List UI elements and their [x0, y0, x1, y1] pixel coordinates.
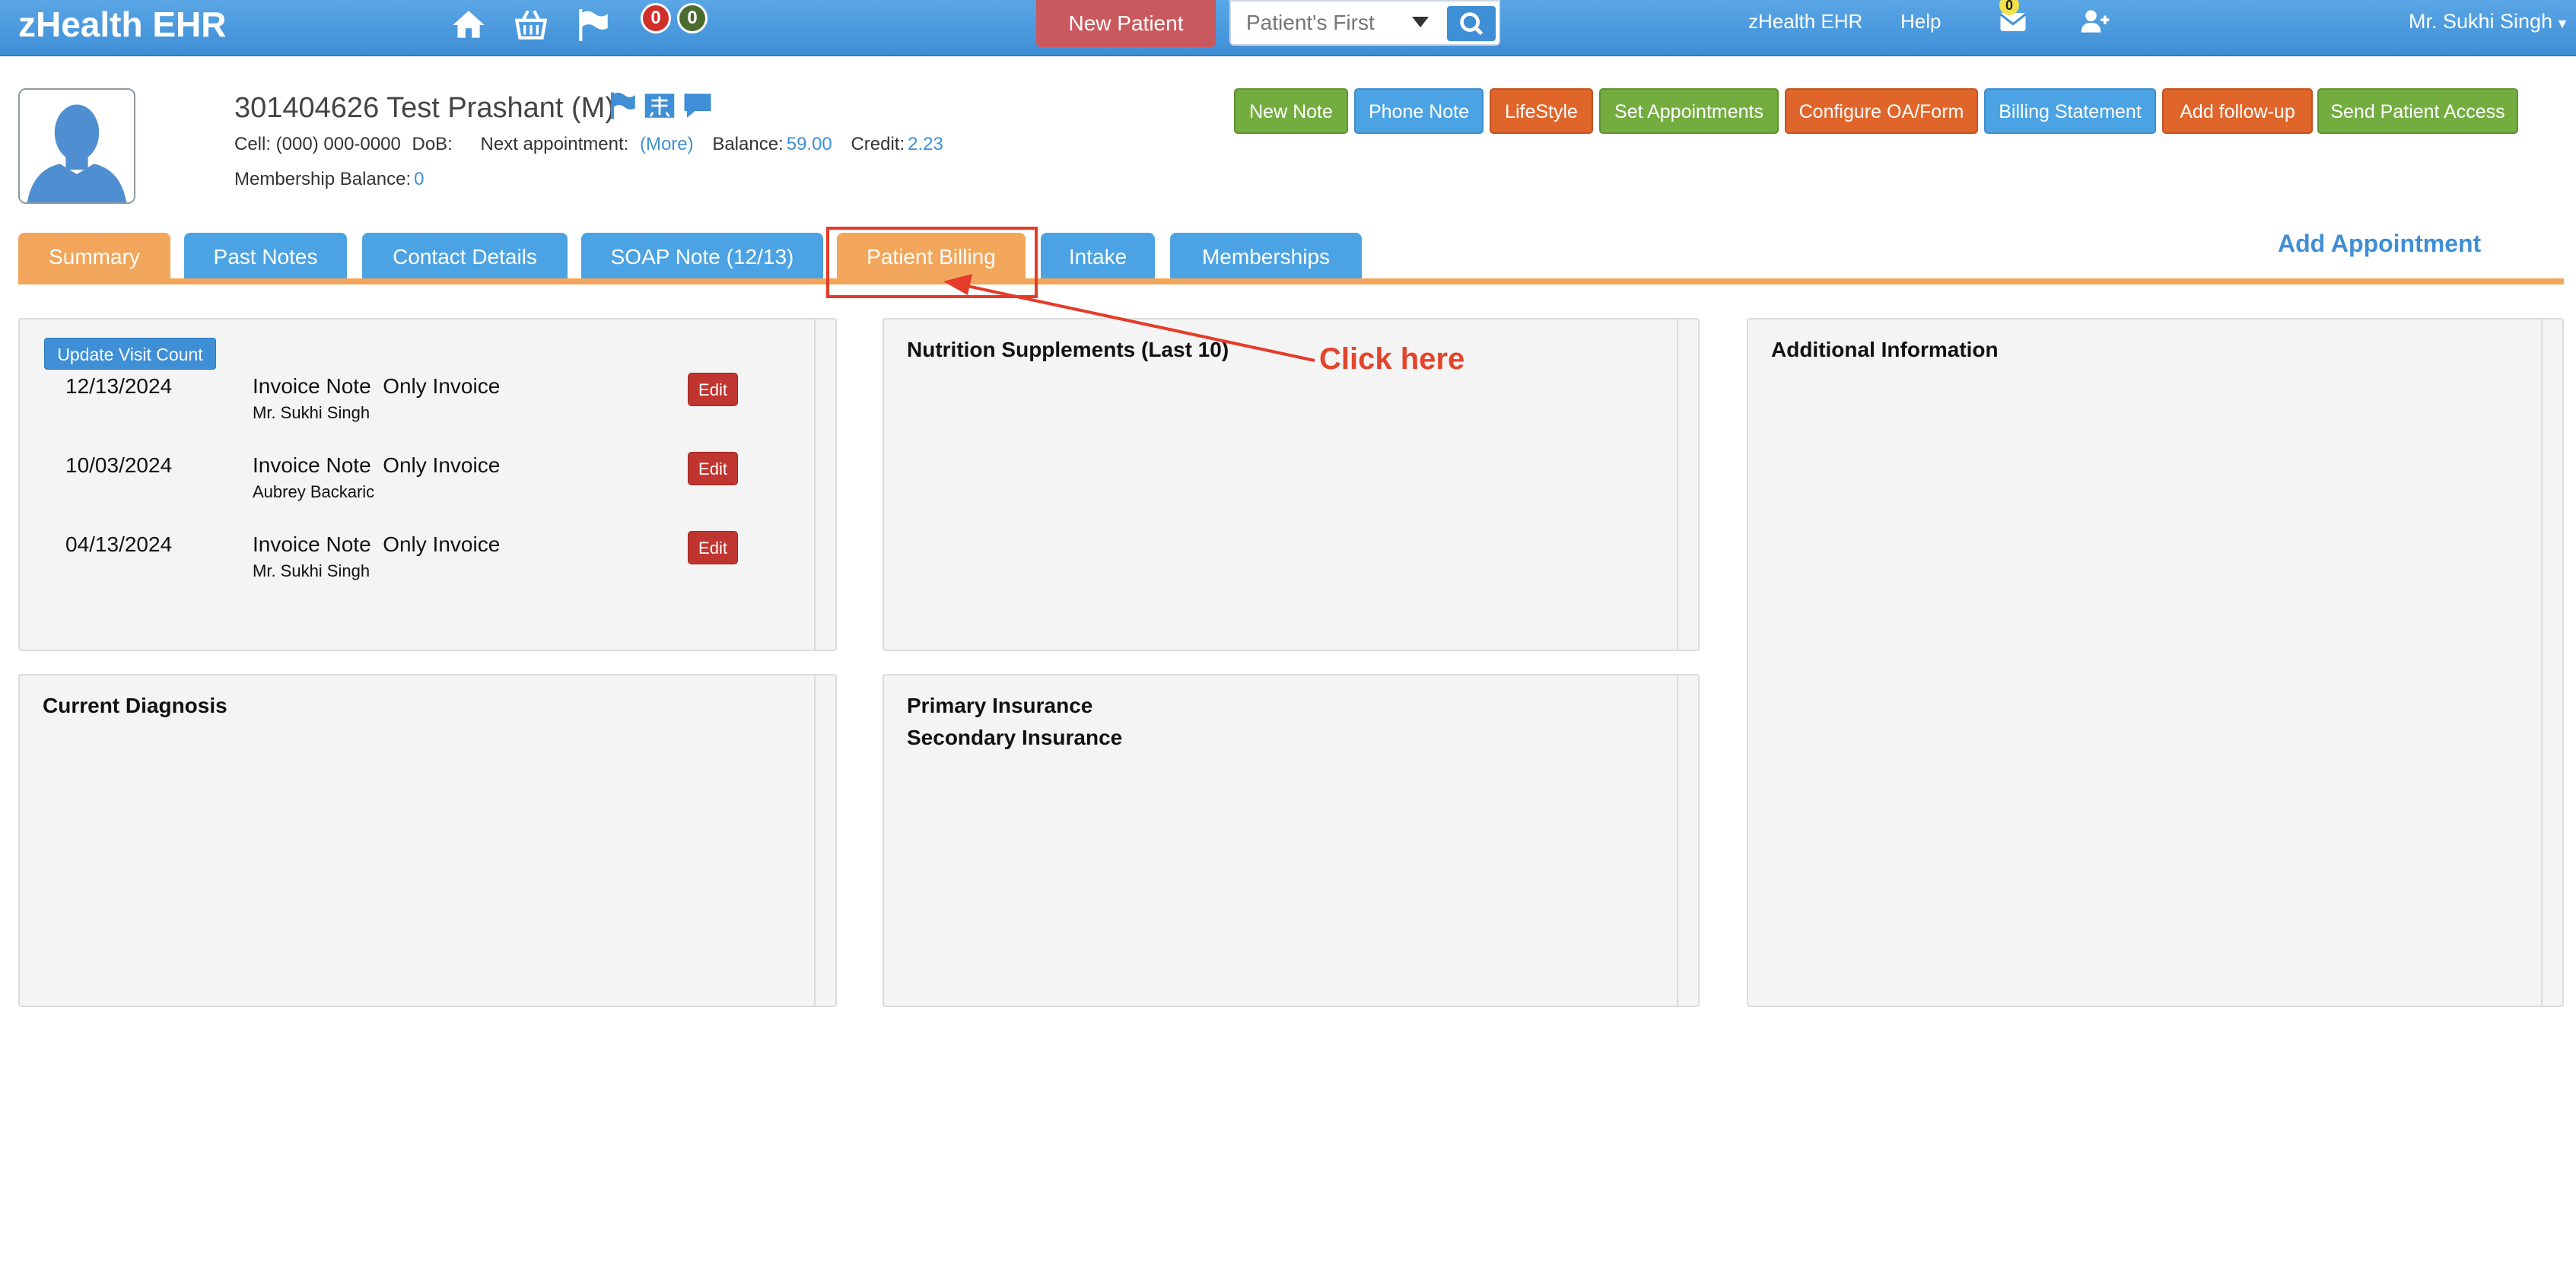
invoice-author: Aubrey Backaric [253, 482, 375, 501]
tab-summary[interactable]: Summary [18, 233, 170, 280]
scrollbar[interactable] [814, 319, 816, 650]
nav-link-zhealth[interactable]: zHealth EHR [1748, 0, 1862, 43]
membership-line: Membership Balance: 0 [234, 166, 430, 193]
brand-logo[interactable]: zHealth EHR [18, 2, 226, 47]
insurance-panel: Primary Insurance Secondary Insurance [883, 674, 1700, 1007]
balance-value[interactable]: 59.00 [787, 134, 832, 154]
new-note-button[interactable]: New Note [1234, 88, 1348, 134]
credit-label: Credit: [851, 134, 905, 154]
tab-memberships[interactable]: Memberships [1170, 233, 1362, 280]
dob-label: DoB: [412, 134, 453, 154]
caret-down-icon: ▼ [2555, 16, 2569, 31]
patient-search [1229, 0, 1500, 46]
primary-insurance-title: Primary Insurance [907, 694, 1093, 717]
next-appointment-label: Next appointment: [480, 134, 629, 154]
patient-info-line: Cell: (000) 000-0000 DoB: Next appointme… [234, 131, 949, 158]
membership-value[interactable]: 0 [414, 169, 424, 189]
additional-info-title: Additional Information [1771, 338, 1999, 361]
scrollbar[interactable] [1677, 675, 1678, 1006]
chinese-character-icon[interactable] [644, 90, 676, 122]
tab-underline [18, 278, 2564, 284]
diagnosis-panel-title: Current Diagnosis [43, 694, 227, 717]
configure-oa-form-button[interactable]: Configure OA/Form [1785, 88, 1978, 134]
annotation-text: Click here [1319, 342, 1465, 376]
cell-phone: Cell: (000) 000-0000 [234, 134, 401, 154]
user-menu-label: Mr. Sukhi Singh [2409, 10, 2553, 33]
additional-info-panel: Additional Information [1747, 318, 2564, 1007]
chevron-down-icon[interactable] [1412, 17, 1429, 27]
invoice-date: 10/03/2024 [65, 453, 173, 477]
add-user-icon[interactable] [2078, 5, 2112, 38]
scrollbar[interactable] [2541, 319, 2543, 1006]
visits-panel: Update Visit Count 12/13/2024 Invoice No… [18, 318, 837, 651]
comment-icon[interactable] [682, 90, 714, 122]
phone-note-button[interactable]: Phone Note [1354, 88, 1484, 134]
more-link[interactable]: (More) [640, 134, 694, 154]
nutrition-panel-title: Nutrition Supplements (Last 10) [907, 338, 1229, 361]
annotation-highlight-box [826, 227, 1038, 298]
table-row: 10/03/2024 Invoice Note Only Invoice Aub… [20, 452, 781, 522]
table-row: 12/13/2024 Invoice Note Only Invoice Mr.… [20, 373, 781, 443]
table-row: 04/13/2024 Invoice Note Only Invoice Mr.… [20, 531, 781, 601]
invoice-note: Invoice Note Only Invoice [253, 532, 501, 556]
invoice-date: 12/13/2024 [65, 374, 173, 398]
credit-value[interactable]: 2.23 [908, 134, 943, 154]
tab-intake[interactable]: Intake [1041, 233, 1155, 280]
tab-past-notes[interactable]: Past Notes [184, 233, 347, 280]
scrollbar[interactable] [1677, 319, 1678, 650]
patient-title: 301404626 Test Prashant (M) [234, 92, 615, 124]
invoice-date: 04/13/2024 [65, 532, 173, 556]
invoice-note: Invoice Note Only Invoice [253, 453, 501, 477]
lifestyle-button[interactable]: LifeStyle [1490, 88, 1593, 134]
secondary-insurance-title: Secondary Insurance [907, 726, 1123, 749]
nutrition-panel: Nutrition Supplements (Last 10) [883, 318, 1700, 651]
set-appointments-button[interactable]: Set Appointments [1599, 88, 1779, 134]
update-visit-count-button[interactable]: Update Visit Count [44, 338, 216, 370]
alerts-count-badge[interactable]: 0 [641, 3, 671, 33]
add-appointment-link[interactable]: Add Appointment [2278, 225, 2481, 262]
diagnosis-panel: Current Diagnosis [18, 674, 837, 1007]
edit-button[interactable]: Edit [688, 373, 738, 406]
scrollbar[interactable] [814, 675, 816, 1006]
add-follow-up-button[interactable]: Add follow-up [2162, 88, 2313, 134]
tab-contact-details[interactable]: Contact Details [362, 233, 568, 280]
home-icon[interactable] [449, 6, 488, 44]
edit-button[interactable]: Edit [688, 452, 738, 485]
basket-icon[interactable] [511, 6, 551, 44]
tab-soap-note[interactable]: SOAP Note (12/13) [581, 233, 823, 280]
invoice-author: Mr. Sukhi Singh [253, 403, 370, 422]
search-icon [1460, 12, 1484, 36]
flag-icon[interactable] [574, 6, 613, 44]
tasks-count-badge[interactable]: 0 [677, 3, 708, 33]
invoice-author: Mr. Sukhi Singh [253, 561, 370, 580]
billing-statement-button[interactable]: Billing Statement [1984, 88, 2156, 134]
patient-search-input[interactable] [1246, 2, 1398, 44]
user-menu[interactable]: Mr. Sukhi Singh ▼ [2409, 0, 2569, 43]
send-patient-access-button[interactable]: Send Patient Access [2317, 88, 2518, 134]
nav-link-help[interactable]: Help [1900, 0, 1941, 43]
top-navbar: zHealth EHR 0 0 New Patient zHealth EHR … [0, 0, 2576, 56]
edit-button[interactable]: Edit [688, 531, 738, 564]
new-patient-button[interactable]: New Patient [1036, 0, 1216, 47]
flag-icon[interactable] [607, 90, 639, 122]
membership-label: Membership Balance: [234, 169, 412, 189]
patient-avatar[interactable] [18, 88, 135, 204]
balance-label: Balance: [712, 134, 784, 154]
search-button[interactable] [1447, 6, 1496, 41]
invoice-note: Invoice Note Only Invoice [253, 374, 501, 398]
